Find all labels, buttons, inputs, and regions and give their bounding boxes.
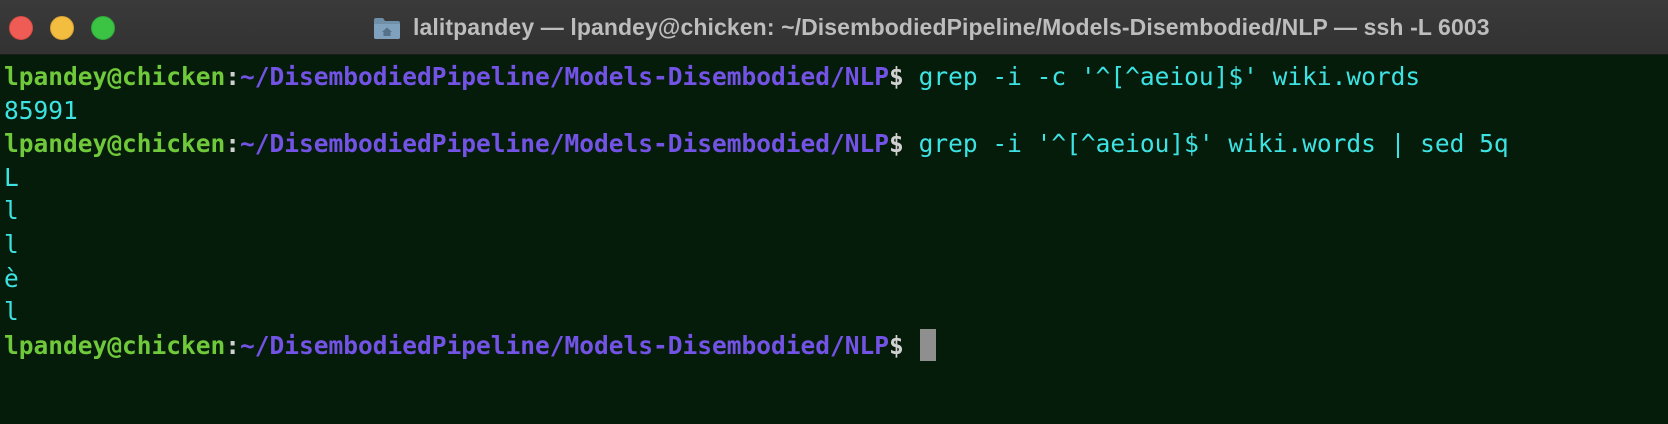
prompt-user-host: lpandey@chicken: [4, 62, 226, 91]
prompt-colon: :: [225, 330, 241, 360]
prompt-user-host: lpandey@chicken: [4, 129, 226, 159]
window-title-area: lalitpandey — lpandey@chicken: ~/Disembo…: [373, 0, 1490, 55]
prompt-user-host: lpandey@chicken: [4, 330, 226, 360]
output-line: è: [0, 262, 1668, 296]
title-bar[interactable]: lalitpandey — lpandey@chicken: ~/Disembo…: [0, 0, 1668, 55]
command-text: grep -i '^[^aeiou]$' wiki.words | sed 5q: [903, 129, 1509, 159]
prompt-path: ~/DisembodiedPipeline/Models-Disembodied…: [240, 129, 890, 159]
prompt-colon: :: [225, 129, 241, 159]
text-cursor[interactable]: [919, 328, 936, 361]
output-line: l: [0, 194, 1668, 228]
prompt-path: ~/DisembodiedPipeline/Models-Disembodied…: [240, 62, 890, 91]
output-line: L: [0, 161, 1668, 195]
output-line: l: [0, 228, 1668, 262]
terminal-window: lalitpandey — lpandey@chicken: ~/Disembo…: [0, 0, 1668, 424]
output-text: L: [4, 162, 19, 192]
output-line: 85991: [0, 94, 1668, 128]
output-text: 85991: [4, 95, 78, 125]
home-folder-icon: [373, 16, 401, 40]
output-text: l: [4, 297, 19, 327]
terminal-content[interactable]: lpandey@chicken:~/DisembodiedPipeline/Mo…: [0, 56, 1668, 424]
output-text: l: [4, 196, 19, 226]
output-text: è: [4, 263, 19, 293]
prompt-dollar: $: [889, 62, 904, 91]
output-line: l: [0, 295, 1668, 329]
prompt-line: lpandey@chicken:~/DisembodiedPipeline/Mo…: [0, 127, 1668, 161]
command-text: grep -i -c '^[^aeiou]$' wiki.words: [903, 62, 1421, 91]
prompt-colon: :: [225, 62, 241, 91]
zoom-button[interactable]: [91, 16, 115, 40]
prompt-line: lpandey@chicken:~/DisembodiedPipeline/Mo…: [0, 60, 1668, 94]
prompt-path: ~/DisembodiedPipeline/Models-Disembodied…: [240, 330, 890, 360]
active-prompt-line[interactable]: lpandey@chicken:~/DisembodiedPipeline/Mo…: [0, 328, 1668, 363]
window-title: lalitpandey — lpandey@chicken: ~/Disembo…: [413, 14, 1490, 40]
prompt-dollar: $: [889, 129, 904, 159]
output-text: l: [4, 229, 19, 259]
close-button[interactable]: [9, 16, 33, 40]
minimize-button[interactable]: [50, 16, 74, 40]
prompt-dollar: $: [889, 330, 904, 360]
